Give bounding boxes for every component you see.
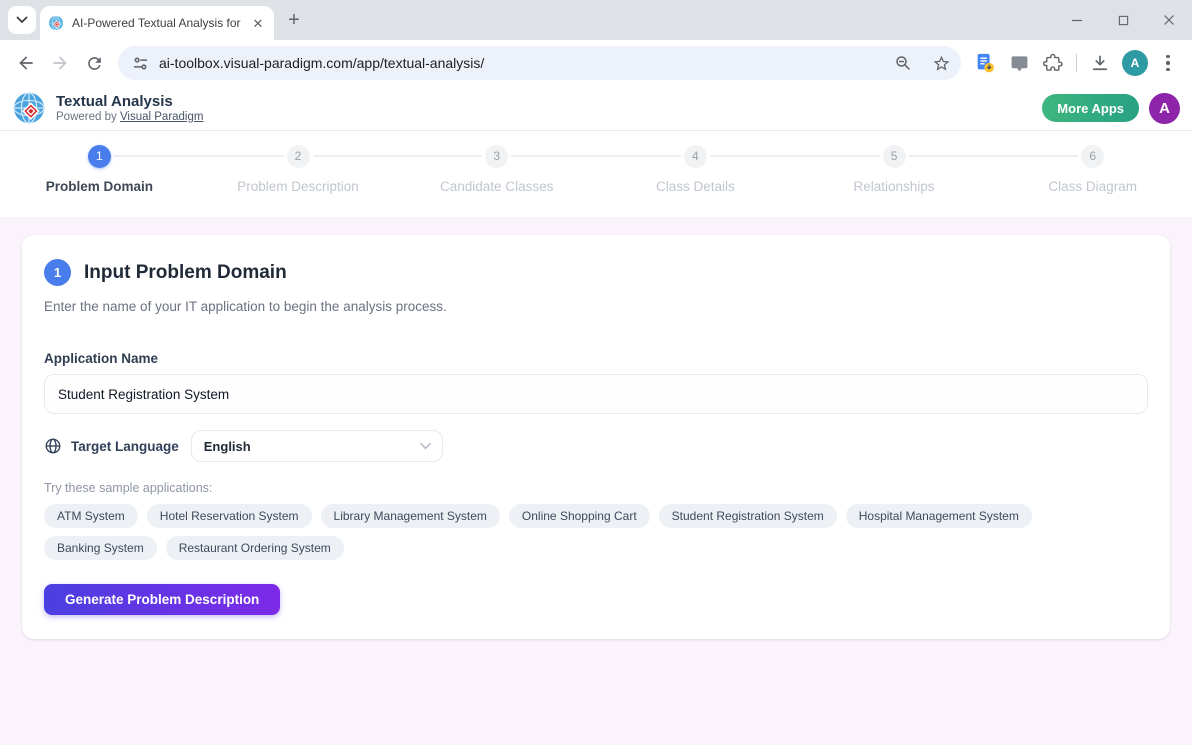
window-controls xyxy=(1054,0,1192,40)
browser-toolbar: ai-toolbox.visual-paradigm.com/app/textu… xyxy=(0,40,1192,86)
sample-chip-student-registration-system[interactable]: Student Registration System xyxy=(659,504,837,528)
reload-icon xyxy=(85,54,104,73)
app-title: Textual Analysis xyxy=(56,93,203,110)
powered-by: Powered by Visual Paradigm xyxy=(56,111,203,123)
sample-chip-restaurant-ordering-system[interactable]: Restaurant Ordering System xyxy=(166,536,344,560)
sample-chip-library-management-system[interactable]: Library Management System xyxy=(321,504,500,528)
target-language-row: Target Language English xyxy=(44,430,1148,462)
step-problem-domain[interactable]: 1 Problem Domain xyxy=(0,144,199,194)
step-label: Relationships xyxy=(854,179,935,194)
step-label: Problem Description xyxy=(237,179,359,194)
header-right: More Apps A xyxy=(1042,93,1180,124)
step-label: Problem Domain xyxy=(46,179,153,194)
wizard-stepper: 1 Problem Domain 2 Problem Description 3… xyxy=(0,131,1192,217)
step-number: 6 xyxy=(1081,145,1104,168)
zoom-button[interactable] xyxy=(889,49,917,77)
sample-chip-atm-system[interactable]: ATM System xyxy=(44,504,138,528)
sample-chip-hotel-reservation-system[interactable]: Hotel Reservation System xyxy=(147,504,312,528)
app-header: Textual Analysis Powered by Visual Parad… xyxy=(0,86,1192,131)
step-number: 2 xyxy=(287,145,310,168)
extensions-button[interactable] xyxy=(1037,47,1069,79)
step-number: 3 xyxy=(485,145,508,168)
toolbar-separator xyxy=(1076,54,1077,72)
step-problem-description[interactable]: 2 Problem Description xyxy=(199,144,398,194)
browser-tab[interactable]: AI-Powered Textual Analysis for ✕ xyxy=(40,6,274,40)
back-button[interactable] xyxy=(10,47,42,79)
address-bar[interactable]: ai-toolbox.visual-paradigm.com/app/textu… xyxy=(118,46,961,80)
tab-search-button[interactable] xyxy=(8,6,36,34)
tab-title: AI-Powered Textual Analysis for xyxy=(72,16,242,30)
target-language-value: English xyxy=(204,439,251,454)
card-header: 1 Input Problem Domain xyxy=(44,259,1148,286)
visual-paradigm-logo-icon xyxy=(12,91,46,125)
docs-offline-extension-button[interactable] xyxy=(969,47,1001,79)
visual-paradigm-favicon-icon xyxy=(48,15,64,31)
window-close-button[interactable] xyxy=(1146,0,1192,40)
zoom-out-magnifier-icon xyxy=(894,54,912,72)
bookmark-button[interactable] xyxy=(927,49,955,77)
samples-caption: Try these sample applications: xyxy=(44,481,1148,495)
forward-button[interactable] xyxy=(44,47,76,79)
close-icon xyxy=(1163,14,1175,26)
downloads-button[interactable] xyxy=(1084,47,1116,79)
star-icon xyxy=(932,54,951,73)
application-name-label: Application Name xyxy=(44,351,1148,366)
docs-offline-extension-icon xyxy=(974,52,996,74)
sample-chip-hospital-management-system[interactable]: Hospital Management System xyxy=(846,504,1032,528)
user-avatar[interactable]: A xyxy=(1149,93,1180,124)
chevron-down-icon xyxy=(16,16,28,24)
app-title-block: Textual Analysis Powered by Visual Parad… xyxy=(56,93,203,122)
sample-chips: ATM System Hotel Reservation System Libr… xyxy=(44,504,1044,560)
page-content: 1 Input Problem Domain Enter the name of… xyxy=(0,217,1192,657)
step-relationships[interactable]: 5 Relationships xyxy=(795,144,994,194)
sample-chip-online-shopping-cart[interactable]: Online Shopping Cart xyxy=(509,504,650,528)
step-class-diagram[interactable]: 6 Class Diagram xyxy=(993,144,1192,194)
step-label: Candidate Classes xyxy=(440,179,553,194)
step-number: 5 xyxy=(883,145,906,168)
target-language-select[interactable]: English xyxy=(191,430,443,462)
sample-chip-banking-system[interactable]: Banking System xyxy=(44,536,157,560)
step-badge: 1 xyxy=(44,259,71,286)
step-label: Class Diagram xyxy=(1048,179,1137,194)
step-candidate-classes[interactable]: 3 Candidate Classes xyxy=(397,144,596,194)
chat-extension-button[interactable] xyxy=(1003,47,1035,79)
step-number: 1 xyxy=(88,145,111,168)
window-minimize-button[interactable] xyxy=(1054,0,1100,40)
browser-tab-strip: AI-Powered Textual Analysis for ✕ + xyxy=(0,0,1192,40)
puzzle-piece-icon xyxy=(1043,53,1063,73)
step-label: Class Details xyxy=(656,179,735,194)
download-icon xyxy=(1090,53,1110,73)
chat-bubble-icon xyxy=(1010,54,1029,73)
forward-arrow-icon xyxy=(50,53,70,73)
visual-paradigm-link[interactable]: Visual Paradigm xyxy=(120,111,204,123)
site-info-tune-icon[interactable] xyxy=(132,55,149,72)
application-name-input[interactable] xyxy=(44,374,1148,414)
back-arrow-icon xyxy=(16,53,36,73)
globe-icon xyxy=(44,437,62,455)
tab-close-icon[interactable]: ✕ xyxy=(250,15,266,31)
page-title: Input Problem Domain xyxy=(84,262,287,284)
chevron-down-icon xyxy=(420,442,431,450)
browser-menu-button[interactable] xyxy=(1154,55,1182,72)
problem-domain-card: 1 Input Problem Domain Enter the name of… xyxy=(22,235,1170,639)
target-language-label: Target Language xyxy=(71,439,179,454)
browser-profile-avatar[interactable]: A xyxy=(1122,50,1148,76)
step-class-details[interactable]: 4 Class Details xyxy=(596,144,795,194)
reload-button[interactable] xyxy=(78,47,110,79)
maximize-icon xyxy=(1118,15,1129,26)
step-number: 4 xyxy=(684,145,707,168)
new-tab-button[interactable]: + xyxy=(280,6,308,34)
url-text[interactable]: ai-toolbox.visual-paradigm.com/app/textu… xyxy=(159,55,879,71)
generate-problem-description-button[interactable]: Generate Problem Description xyxy=(44,584,280,615)
powered-by-prefix: Powered by xyxy=(56,111,120,123)
minimize-icon xyxy=(1071,14,1083,26)
window-maximize-button[interactable] xyxy=(1100,0,1146,40)
card-subtitle: Enter the name of your IT application to… xyxy=(44,299,1148,314)
more-apps-button[interactable]: More Apps xyxy=(1042,94,1139,122)
